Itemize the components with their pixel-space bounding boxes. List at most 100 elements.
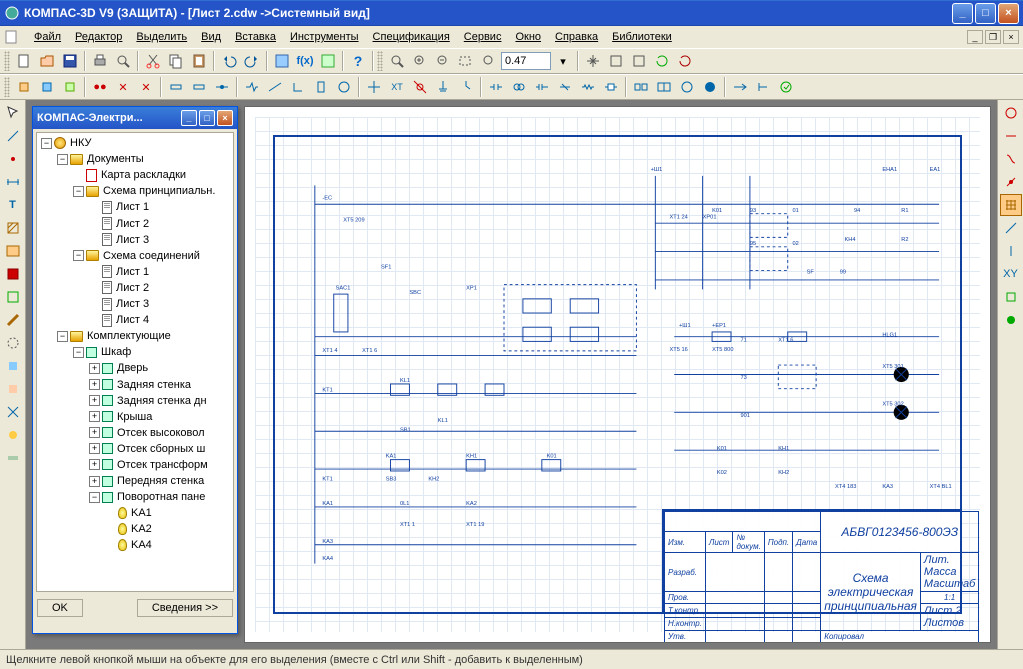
- drawing-canvas[interactable]: -ECXT5 209 SAC1SF1 SBCXP1 XT1 4XT1 6 KL1…: [244, 106, 991, 643]
- zoom-dropdown[interactable]: ▾: [552, 50, 574, 72]
- tree-expand[interactable]: +: [89, 476, 100, 487]
- elem-28[interactable]: [676, 76, 698, 98]
- redraw-button[interactable]: [651, 50, 673, 72]
- paste-button[interactable]: [188, 50, 210, 72]
- tree-door[interactable]: Дверь: [115, 362, 150, 374]
- elem-19[interactable]: [455, 76, 477, 98]
- snap-4[interactable]: [1000, 171, 1022, 193]
- elem-17[interactable]: [409, 76, 431, 98]
- tree-expand[interactable]: +: [89, 379, 100, 390]
- copy-button[interactable]: [165, 50, 187, 72]
- help-button[interactable]: ?: [347, 50, 369, 72]
- elem-1[interactable]: [13, 76, 35, 98]
- tool-measure[interactable]: [2, 309, 24, 331]
- tree-expand[interactable]: +: [89, 363, 100, 374]
- elem-18[interactable]: [432, 76, 454, 98]
- tree-expand[interactable]: +: [89, 395, 100, 406]
- tree-schema2[interactable]: Схема соединений: [101, 250, 202, 262]
- tree-view[interactable]: −НКУ −Документы Карта раскладки −Схема п…: [36, 132, 234, 592]
- tree-back2[interactable]: Задняя стенка дн: [115, 395, 209, 407]
- menu-service[interactable]: Сервис: [458, 29, 508, 45]
- tree-expand[interactable]: −: [89, 492, 100, 503]
- orbit-button[interactable]: [628, 50, 650, 72]
- elem-13[interactable]: [310, 76, 332, 98]
- tree-ka4[interactable]: KA4: [129, 539, 154, 551]
- tool-aux[interactable]: [2, 332, 24, 354]
- elem-16[interactable]: XT: [386, 76, 408, 98]
- snap-2[interactable]: [1000, 125, 1022, 147]
- tree-l1[interactable]: Лист 1: [114, 201, 151, 213]
- menu-select[interactable]: Выделить: [130, 29, 193, 45]
- tree-expand[interactable]: −: [57, 154, 68, 165]
- tree-back1[interactable]: Задняя стенка: [115, 379, 193, 391]
- tree-expand[interactable]: −: [57, 331, 68, 342]
- menu-window[interactable]: Окно: [509, 29, 547, 45]
- panel-ok-button[interactable]: OK: [37, 599, 83, 617]
- elem-25[interactable]: [600, 76, 622, 98]
- tool-more-2[interactable]: [2, 378, 24, 400]
- panel-info-button[interactable]: Сведения >>: [137, 599, 233, 617]
- elem-29[interactable]: [699, 76, 721, 98]
- tree-expand[interactable]: +: [89, 427, 100, 438]
- toolbar-grip-2[interactable]: [377, 51, 383, 71]
- tool-dim[interactable]: [2, 171, 24, 193]
- maximize-button[interactable]: □: [975, 3, 996, 24]
- elem-24[interactable]: [577, 76, 599, 98]
- tree-card[interactable]: Карта раскладки: [99, 169, 188, 181]
- tree-s2l1[interactable]: Лист 1: [114, 266, 151, 278]
- snap-5[interactable]: [1000, 217, 1022, 239]
- elem-10[interactable]: [241, 76, 263, 98]
- preview-button[interactable]: [112, 50, 134, 72]
- panel-header[interactable]: КОМПАС-Электри... _ □ ×: [33, 107, 237, 129]
- tool-hatch[interactable]: [2, 217, 24, 239]
- snap-grid[interactable]: [1000, 194, 1022, 216]
- tree-rotpanel[interactable]: Поворотная пане: [115, 491, 207, 503]
- regen-button[interactable]: [674, 50, 696, 72]
- tree-expand[interactable]: +: [89, 443, 100, 454]
- elem-9[interactable]: [211, 76, 233, 98]
- tree-expand[interactable]: −: [73, 347, 84, 358]
- zoom-window-button[interactable]: [455, 50, 477, 72]
- zoom-fit-button[interactable]: [386, 50, 408, 72]
- tree-expand[interactable]: +: [89, 459, 100, 470]
- tree-roof[interactable]: Крыша: [115, 411, 154, 423]
- undo-button[interactable]: [218, 50, 240, 72]
- tree-cabinet[interactable]: Шкаф: [99, 346, 133, 358]
- menu-file[interactable]: Файл: [28, 29, 67, 45]
- zoom-input[interactable]: 0.47: [501, 52, 551, 70]
- tool-text[interactable]: T: [2, 194, 24, 216]
- snap-8[interactable]: [1000, 286, 1022, 308]
- tree-sect3[interactable]: Отсек трансформ: [115, 459, 210, 471]
- print-button[interactable]: [89, 50, 111, 72]
- mdi-minimize[interactable]: _: [967, 30, 983, 44]
- tree-expand[interactable]: −: [41, 138, 52, 149]
- elem-2[interactable]: [36, 76, 58, 98]
- redo-button[interactable]: [241, 50, 263, 72]
- mdi-restore[interactable]: ❐: [985, 30, 1001, 44]
- minimize-button[interactable]: _: [952, 3, 973, 24]
- menu-insert[interactable]: Вставка: [229, 29, 282, 45]
- tool-edit[interactable]: [2, 263, 24, 285]
- menu-view[interactable]: Вид: [195, 29, 227, 45]
- tool-more-4[interactable]: [2, 424, 24, 446]
- menu-editor[interactable]: Редактор: [69, 29, 128, 45]
- save-button[interactable]: [59, 50, 81, 72]
- tree-expand[interactable]: +: [89, 411, 100, 422]
- elem-22[interactable]: [531, 76, 553, 98]
- elem-26[interactable]: [630, 76, 652, 98]
- new-button[interactable]: [13, 50, 35, 72]
- tool-more-1[interactable]: [2, 355, 24, 377]
- snap-1[interactable]: [1000, 102, 1022, 124]
- elem-15[interactable]: [363, 76, 385, 98]
- panel-minimize[interactable]: _: [181, 110, 197, 126]
- tool-param[interactable]: [2, 286, 24, 308]
- tree-sect2[interactable]: Отсек сборных ш: [115, 443, 207, 455]
- elem-30[interactable]: [729, 76, 751, 98]
- menu-help[interactable]: Справка: [549, 29, 604, 45]
- toolbar-grip-3[interactable]: [4, 77, 10, 97]
- tree-expand[interactable]: −: [73, 250, 84, 261]
- tree-root[interactable]: НКУ: [68, 137, 93, 149]
- vars-button[interactable]: [317, 50, 339, 72]
- elem-27[interactable]: [653, 76, 675, 98]
- menu-tools[interactable]: Инструменты: [284, 29, 365, 45]
